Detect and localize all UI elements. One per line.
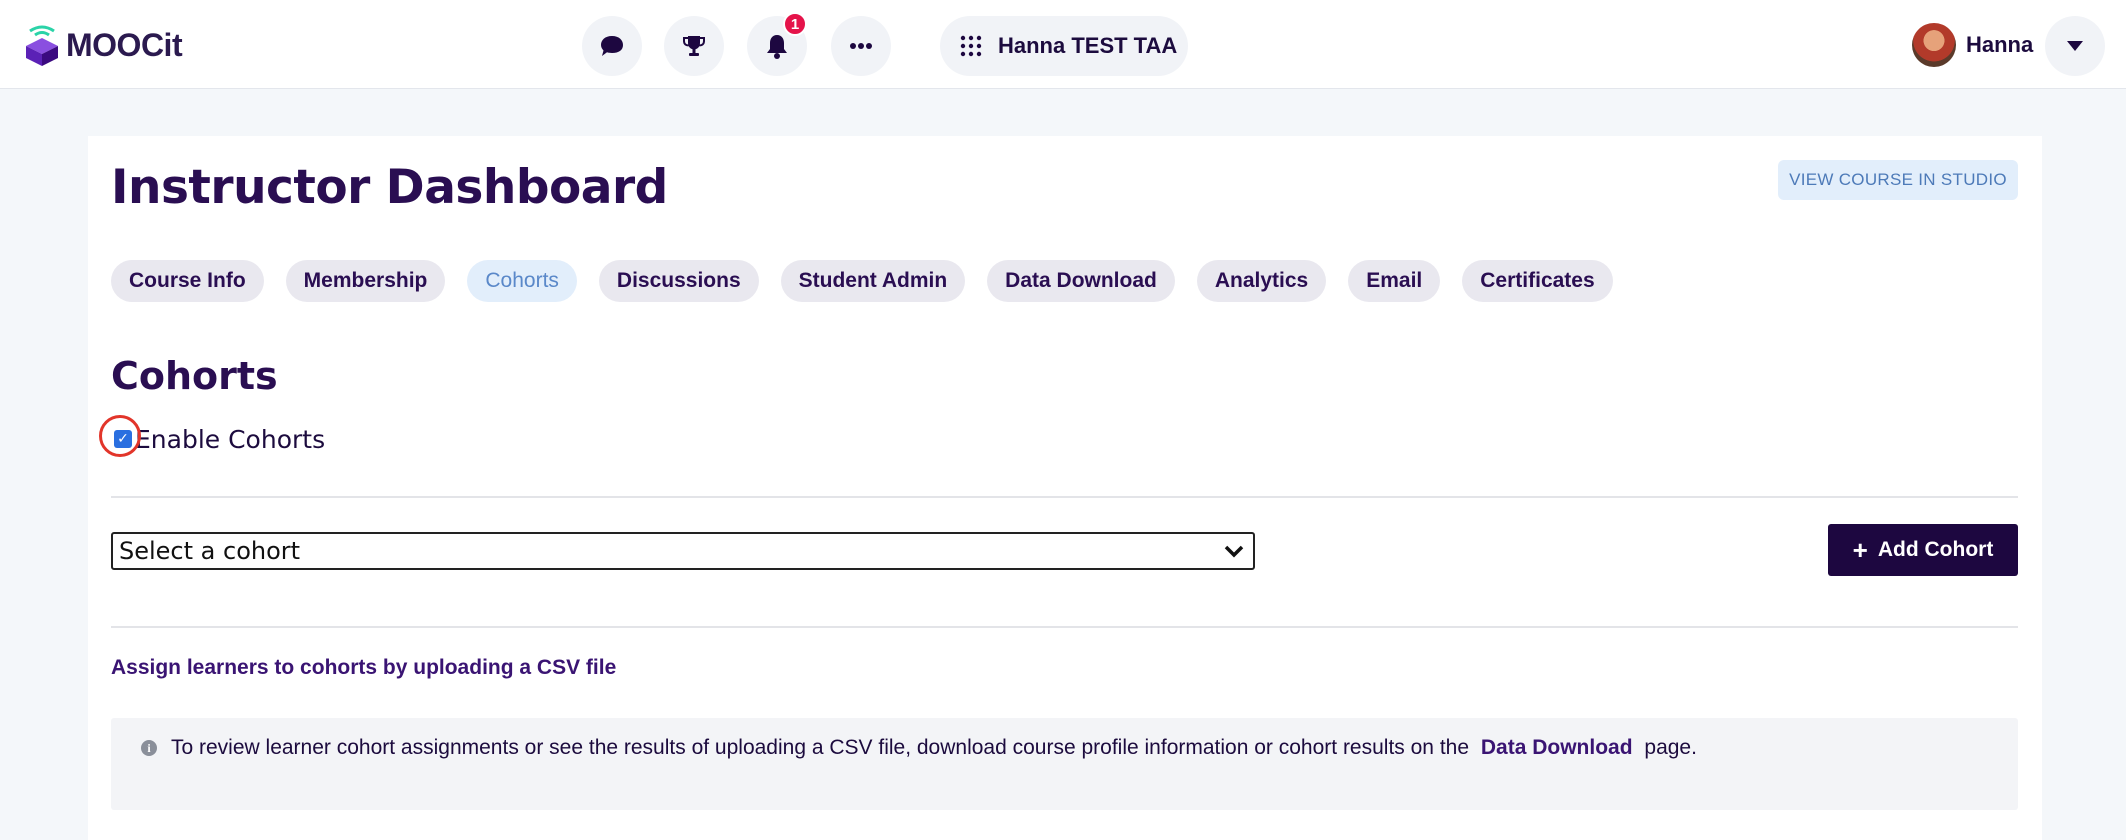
chevron-down-icon: [1224, 545, 1244, 558]
user-menu-toggle[interactable]: [2045, 16, 2105, 76]
tab-discussions[interactable]: Discussions: [598, 260, 759, 302]
view-course-in-studio-button[interactable]: VIEW COURSE IN STUDIO: [1778, 160, 2018, 200]
tab-membership[interactable]: Membership: [285, 260, 446, 302]
tab-cohorts[interactable]: Cohorts: [467, 260, 577, 302]
cohort-select-value: Select a cohort: [119, 537, 301, 565]
enable-cohorts-label: Enable Cohorts: [135, 424, 326, 454]
plus-icon: +: [1852, 535, 1868, 565]
moocit-logo-icon: [26, 25, 58, 66]
more-options-button[interactable]: [831, 16, 891, 76]
add-cohort-button[interactable]: + Add Cohort: [1828, 524, 2018, 576]
info-text-before: To review learner cohort assignments or …: [171, 736, 1470, 759]
brand-logo[interactable]: MOOCit: [24, 24, 183, 66]
info-icon: i: [141, 740, 157, 756]
tab-email[interactable]: Email: [1348, 260, 1441, 302]
add-cohort-label: Add Cohort: [1877, 538, 1994, 561]
chat-icon: [601, 36, 623, 56]
more-icon: [850, 43, 872, 49]
data-download-link[interactable]: Data Download: [1481, 736, 1633, 759]
course-name: Hanna TEST TAA: [998, 33, 1178, 58]
cohort-select[interactable]: Select a cohort: [111, 532, 1255, 570]
notification-count-badge: 1: [783, 12, 807, 36]
info-message: i To review learner cohort assignments o…: [111, 718, 2018, 810]
highlight-ring: [99, 415, 141, 457]
user-menu[interactable]: Hanna: [1912, 22, 2033, 68]
tab-analytics[interactable]: Analytics: [1196, 260, 1327, 302]
course-switcher[interactable]: Hanna TEST TAA: [940, 16, 1188, 76]
divider: [111, 626, 2018, 628]
instructor-dashboard-card: Instructor Dashboard VIEW COURSE IN STUD…: [88, 136, 2042, 840]
upload-csv-link[interactable]: Assign learners to cohorts by uploading …: [111, 656, 616, 680]
discussion-button[interactable]: [582, 16, 642, 76]
chevron-down-icon: [2067, 41, 2083, 51]
divider: [111, 496, 2018, 498]
brand-name: MOOCit: [66, 26, 183, 63]
enable-cohorts-checkbox[interactable]: ✓: [99, 415, 141, 457]
tab-data-download[interactable]: Data Download: [987, 260, 1175, 302]
notifications-button[interactable]: 1: [747, 12, 807, 76]
progress-button[interactable]: [664, 16, 724, 76]
info-text-after: page.: [1644, 736, 1697, 759]
info-text: To review learner cohort assignments or …: [171, 736, 1697, 760]
page-title: Instructor Dashboard: [111, 160, 668, 215]
trophy-icon: [683, 36, 705, 56]
user-name: Hanna: [1966, 32, 2034, 57]
grid-icon: [960, 35, 982, 57]
avatar: [1912, 23, 1956, 67]
dashboard-tabs: Course Info Membership Cohorts Discussio…: [111, 260, 1635, 304]
tab-course-info[interactable]: Course Info: [111, 260, 264, 302]
tab-student-admin[interactable]: Student Admin: [780, 260, 966, 302]
top-navigation-bar: MOOCit 1 Hanna TEST TAA Hanna: [0, 0, 2126, 89]
tab-certificates[interactable]: Certificates: [1462, 260, 1613, 302]
enable-cohorts-row: ✓ Enable Cohorts: [99, 415, 326, 457]
section-title: Cohorts: [111, 354, 278, 398]
bell-icon: [767, 35, 787, 59]
